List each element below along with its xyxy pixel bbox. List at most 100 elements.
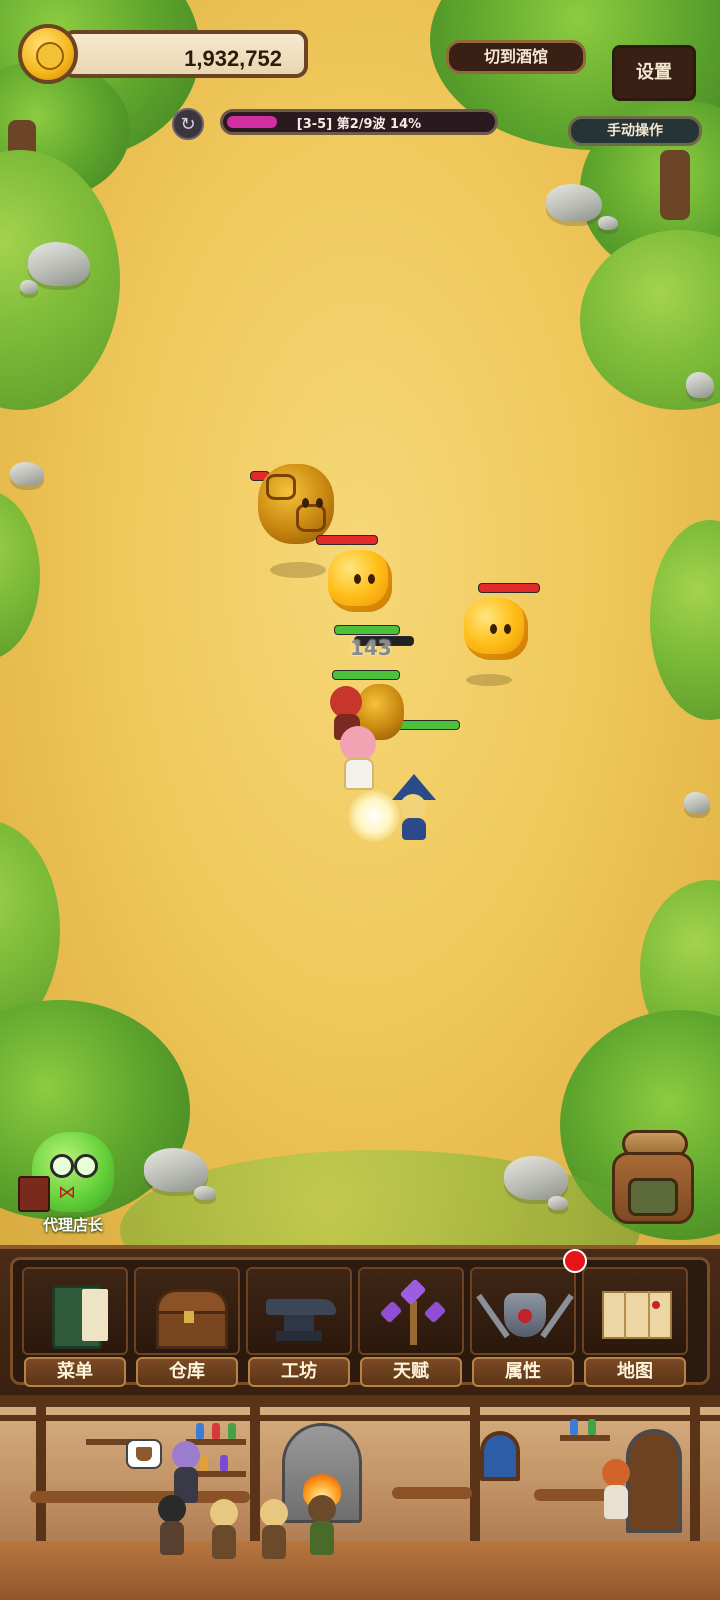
coin-face: [36, 42, 64, 70]
hero-body: [344, 758, 374, 790]
menu-icon-frame: [134, 1267, 240, 1355]
manager-button[interactable]: ⋈ 代理店长: [18, 1132, 128, 1234]
notification-badge: [563, 1249, 587, 1273]
person-head: [260, 1499, 288, 1527]
priest-hero[interactable]: [334, 726, 386, 792]
person-head: [158, 1495, 186, 1523]
rock: [548, 1196, 568, 1210]
enemy-shadow: [466, 674, 512, 686]
tree-trunk-right: [660, 150, 690, 220]
enemy-eye: [316, 498, 323, 508]
refresh-icon[interactable]: ↻: [172, 108, 204, 140]
main-menu-panel: 菜单 仓库 工坊 天赋 属性 地图: [0, 1245, 720, 1395]
mage-hero[interactable]: [388, 774, 440, 842]
menu-item-menu[interactable]: 菜单: [22, 1267, 128, 1387]
menu-item-warehouse[interactable]: 仓库: [134, 1267, 240, 1387]
glasses-icon: [50, 1154, 74, 1178]
wave-progress-text: [3-5] 第2/9波 14%: [296, 117, 422, 132]
coin-amount: 1,932,752: [184, 46, 282, 71]
manual-operation-button[interactable]: 手动操作: [568, 116, 702, 146]
menu-label: 菜单: [24, 1357, 126, 1387]
rock: [546, 184, 602, 222]
rock: [144, 1148, 208, 1192]
grass-left-2: [0, 490, 40, 660]
enemy-eye: [354, 574, 361, 584]
book-icon: [18, 1176, 50, 1212]
tavern-keeper[interactable]: [598, 1459, 634, 1523]
hero-hp-bar: [332, 670, 400, 680]
hero-body: [402, 818, 426, 840]
person-body: [604, 1485, 628, 1519]
potion-bottle: [228, 1423, 236, 1439]
person-body: [160, 1521, 184, 1555]
tavern-post: [690, 1395, 700, 1541]
chest-icon: [154, 1281, 228, 1349]
tavern-beam: [0, 1395, 720, 1407]
menu-item-attributes[interactable]: 属性: [470, 1267, 576, 1387]
tavern-post: [470, 1395, 480, 1541]
rock: [194, 1186, 216, 1200]
tavern-table: [392, 1487, 472, 1499]
potion-bottle: [588, 1419, 596, 1435]
enemy-eye: [490, 624, 497, 634]
tavern-shelf: [560, 1435, 610, 1441]
menu-item-talent[interactable]: 天赋: [358, 1267, 464, 1387]
damage-number: 143: [350, 636, 392, 660]
menu-icon-frame: [470, 1267, 576, 1355]
coin-icon: [18, 24, 78, 84]
rock-crack: [296, 504, 326, 532]
menu-icon-frame: [582, 1267, 688, 1355]
backpack-pocket: [628, 1178, 678, 1216]
wave-progress-bar: [3-5] 第2/9波 14%: [220, 109, 498, 135]
tavern-customer[interactable]: [206, 1499, 242, 1563]
anvil-icon: [266, 1281, 336, 1347]
glasses-icon: [74, 1154, 98, 1178]
person-head: [172, 1441, 200, 1469]
rock: [684, 792, 710, 814]
manager-label: 代理店长: [42, 1216, 103, 1234]
rock-slime-enemy[interactable]: [258, 464, 334, 544]
coin-counter: 1,932,752: [18, 24, 310, 86]
person-head: [602, 1459, 630, 1487]
tavern-post: [36, 1395, 46, 1541]
menu-label: 属性: [472, 1357, 574, 1387]
rock: [28, 242, 90, 286]
backpack-button[interactable]: [606, 1126, 702, 1226]
amber-slime-enemy[interactable]: [328, 550, 392, 612]
potion-bottle: [570, 1419, 578, 1435]
tavern-customer[interactable]: [256, 1499, 292, 1563]
person-body: [262, 1525, 286, 1559]
potion-bottle: [220, 1455, 228, 1471]
hero-head: [340, 726, 376, 762]
grass-right-2: [650, 520, 720, 720]
tavern-customer[interactable]: [304, 1495, 340, 1559]
tavern-scene[interactable]: [0, 1395, 720, 1600]
settings-button[interactable]: 设置: [612, 45, 696, 101]
coin-bar: 1,932,752: [62, 30, 308, 78]
battle-field: 143: [0, 0, 720, 1245]
hero-head: [400, 794, 426, 820]
person-head: [308, 1495, 336, 1523]
rock: [686, 372, 714, 398]
menu-icon-frame: [246, 1267, 352, 1355]
enemy-eye: [302, 498, 309, 508]
menu-label: 工坊: [248, 1357, 350, 1387]
book-icon: [42, 1281, 112, 1349]
tavern-window: [480, 1431, 520, 1481]
rock: [598, 216, 618, 230]
person-body: [212, 1525, 236, 1559]
bowtie-icon: ⋈: [58, 1182, 76, 1203]
tavern-door: [626, 1429, 682, 1533]
enemy-eye: [504, 624, 511, 634]
menu-item-map[interactable]: 地图: [582, 1267, 688, 1387]
switch-tavern-button[interactable]: 切到酒馆: [446, 40, 586, 74]
rock: [20, 280, 38, 294]
menu-label: 仓库: [136, 1357, 238, 1387]
hero-hp-bar: [334, 625, 400, 635]
menu-item-workshop[interactable]: 工坊: [246, 1267, 352, 1387]
person-body: [310, 1521, 334, 1555]
rock: [10, 462, 44, 486]
amber-slime-enemy[interactable]: [464, 598, 528, 660]
tavern-customer[interactable]: [154, 1495, 190, 1559]
menu-label: 地图: [584, 1357, 686, 1387]
